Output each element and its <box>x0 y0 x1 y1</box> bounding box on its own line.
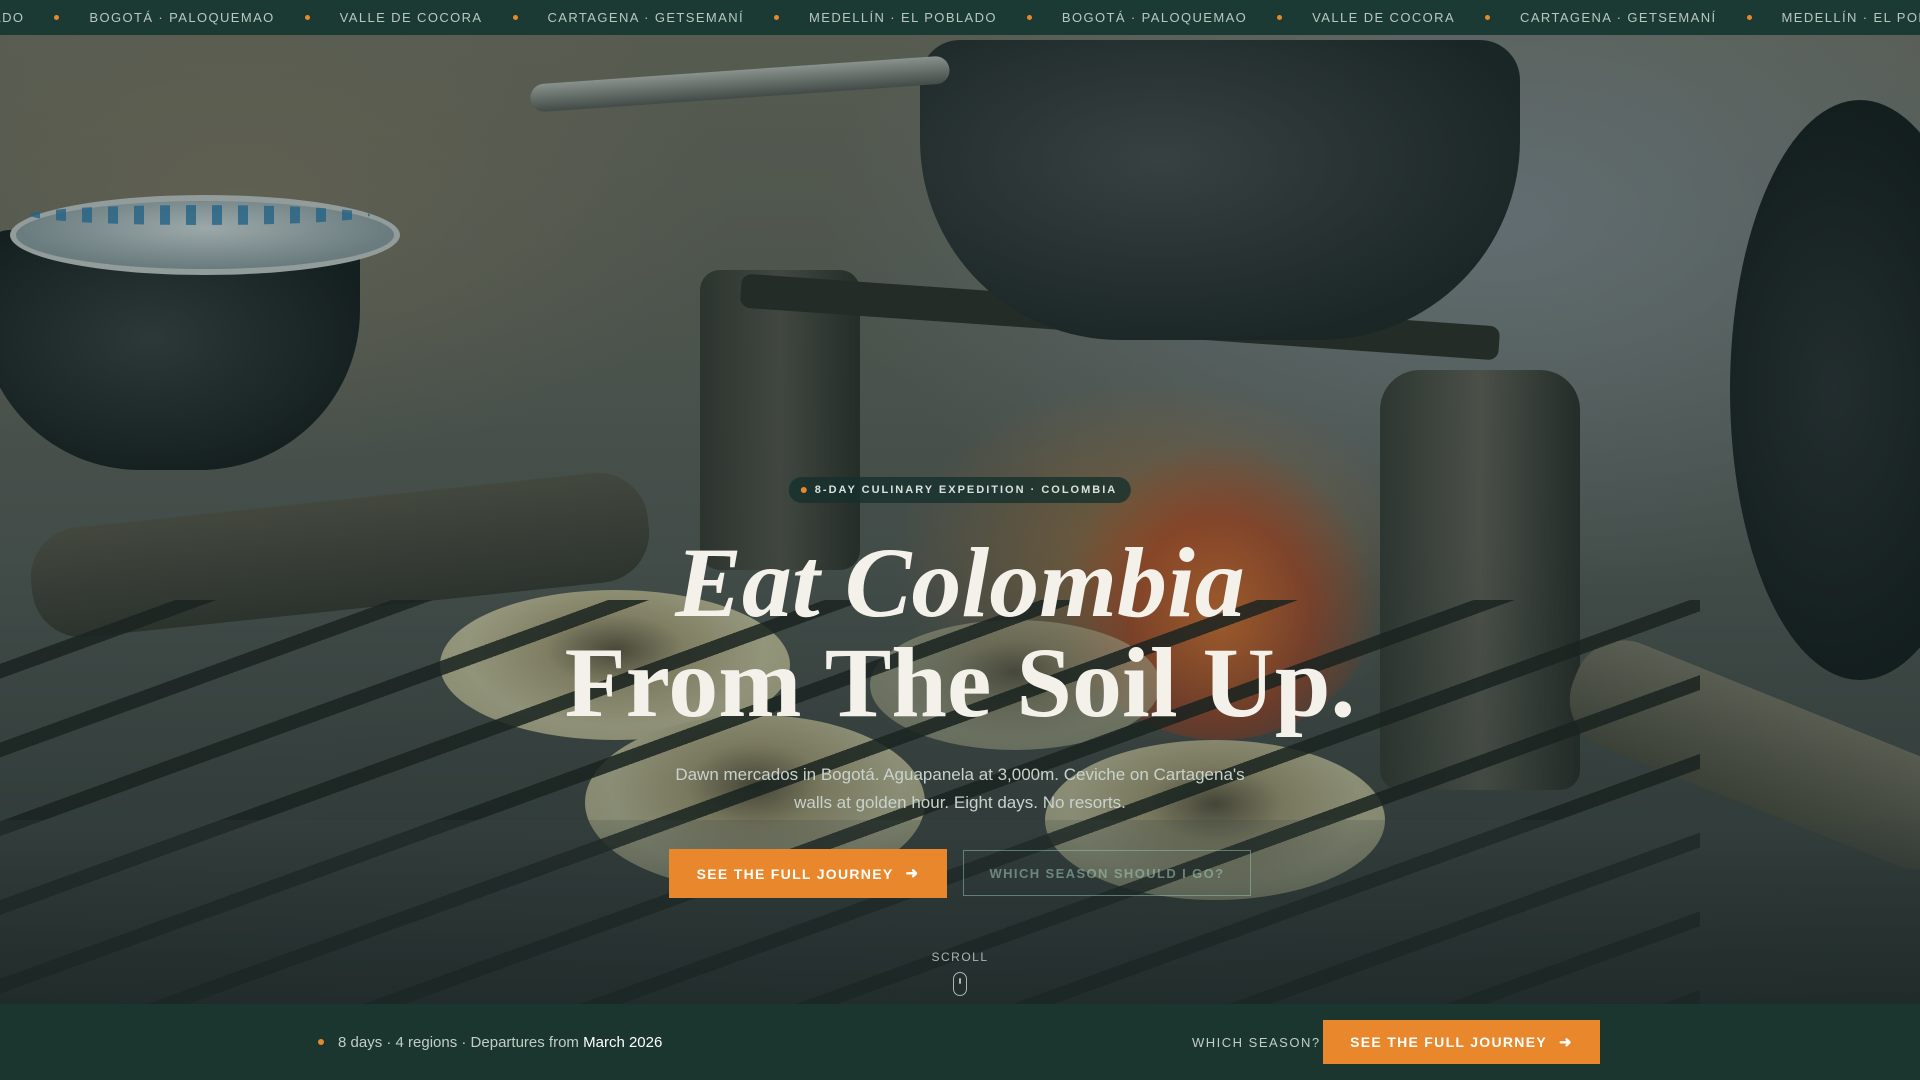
hero-content: 8-DAY CULINARY EXPEDITION · COLOMBIA Eat… <box>0 0 1920 1004</box>
bottom-sticky-bar: 8 days · 4 regions · Departures from Mar… <box>0 1004 1920 1080</box>
see-full-journey-button[interactable]: SEE THE FULL JOURNEY ➜ <box>669 849 947 898</box>
which-season-link[interactable]: WHICH SEASON? <box>1192 1004 1321 1080</box>
button-label: SEE THE FULL JOURNEY <box>696 865 894 882</box>
hero-title-line-1: Eat Colombia <box>675 527 1245 638</box>
scroll-label: SCROLL <box>931 950 989 964</box>
bottom-see-full-journey-button[interactable]: SEE THE FULL JOURNEY ➜ <box>1323 1020 1600 1064</box>
dot-icon <box>318 1039 324 1045</box>
button-label: SEE THE FULL JOURNEY <box>1350 1034 1547 1050</box>
dot-icon <box>800 487 807 493</box>
eyebrow-badge: 8-DAY CULINARY EXPEDITION · COLOMBIA <box>788 477 1132 503</box>
eyebrow-label: 8-DAY CULINARY EXPEDITION · COLOMBIA <box>814 484 1118 496</box>
hero-subtitle: Dawn mercados in Bogotá. Aguapanela at 3… <box>675 765 1245 812</box>
trip-summary-details: 8 days · 4 regions · Departures from <box>338 1033 579 1051</box>
mouse-icon[interactable] <box>953 972 967 996</box>
trip-summary: 8 days · 4 regions · Departures from Mar… <box>318 1004 662 1080</box>
arrow-right-icon: ➜ <box>905 865 920 882</box>
trip-summary-text: 8 days · 4 regions · Departures from Mar… <box>338 1034 662 1051</box>
button-label: WHICH SEASON SHOULD I GO? <box>989 865 1225 881</box>
which-season-button[interactable]: WHICH SEASON SHOULD I GO? <box>963 850 1251 896</box>
departure-date: March 2026 <box>583 1033 663 1051</box>
hero-title-line-2: From The Soil Up. <box>564 627 1356 738</box>
arrow-right-icon: ➜ <box>1559 1033 1573 1051</box>
